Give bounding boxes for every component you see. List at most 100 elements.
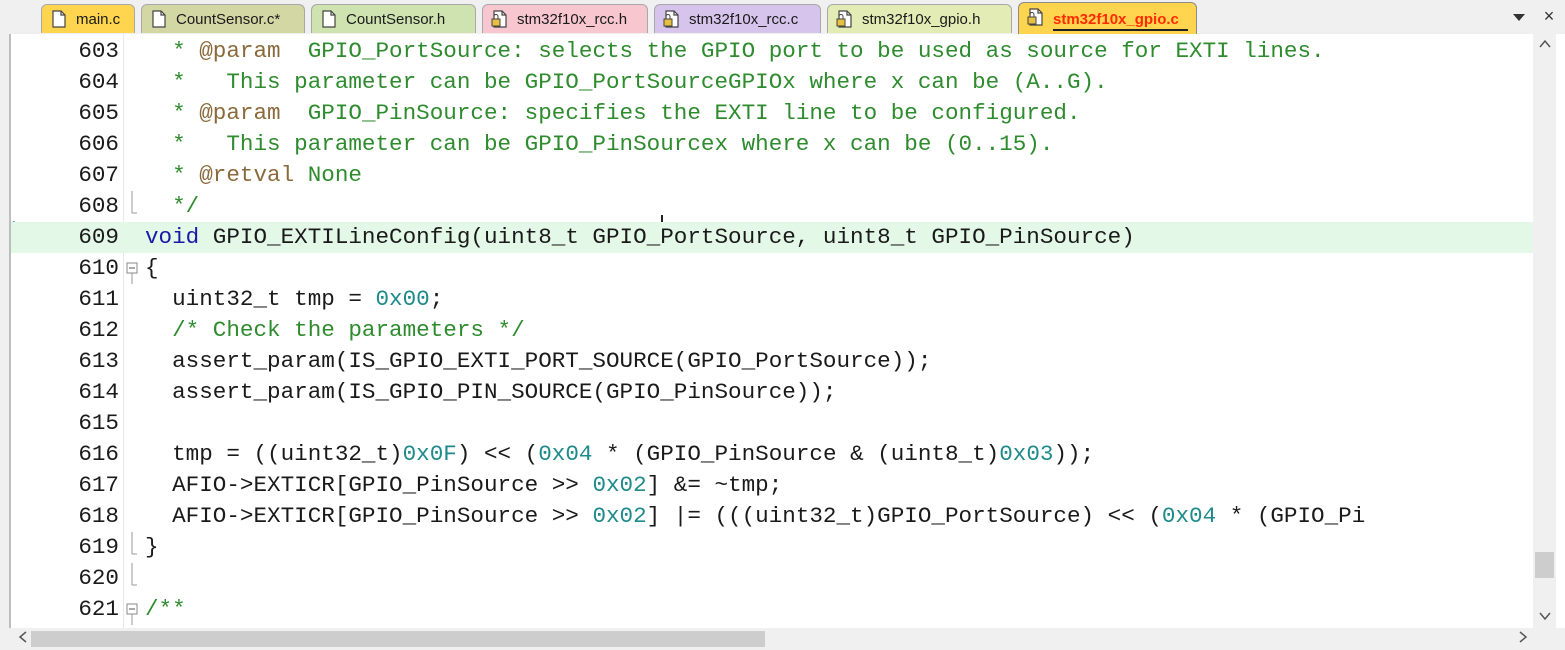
- code-line[interactable]: 613 assert_param(IS_GPIO_EXTI_PORT_SOURC…: [11, 346, 1535, 377]
- scroll-up-button[interactable]: [1533, 34, 1556, 54]
- chevron-right-icon: [1519, 631, 1528, 643]
- code-text: * @param GPIO_PinSource: specifies the E…: [145, 98, 1080, 129]
- code-token-plain: ] &= ~tmp;: [646, 472, 783, 498]
- line-number: 615: [78, 410, 119, 436]
- code-token-plain: AFIO->EXTICR[GPIO_PinSource >>: [145, 472, 593, 498]
- tab-main-c[interactable]: main.c: [41, 4, 135, 33]
- code-token-plain: ;: [429, 286, 444, 312]
- code-token-plain: * (GPIO_PinSource & (uint8_t): [592, 441, 1000, 467]
- vertical-scroll-thumb[interactable]: [1535, 552, 1554, 578]
- code-token-plain: uint32_t tmp =: [145, 286, 376, 312]
- code-text: * This parameter can be GPIO_PinSourcex …: [145, 129, 1053, 160]
- file-icon: [52, 10, 66, 28]
- tab-label: stm32f10x_rcc.c: [689, 11, 799, 28]
- code-text: AFIO->EXTICR[GPIO_PinSource >> 0x02] |= …: [145, 501, 1365, 532]
- close-tab-button[interactable]: ×: [1539, 6, 1559, 26]
- code-line[interactable]: 618 AFIO->EXTICR[GPIO_PinSource >> 0x02]…: [11, 501, 1535, 532]
- line-number: 620: [78, 565, 119, 591]
- fold-collapse-icon[interactable]: [125, 594, 139, 625]
- code-text: tmp = ((uint32_t)0x0F) << (0x04 * (GPIO_…: [145, 439, 1094, 470]
- code-token-plain: ] |= (((uint32_t)GPIO_PortSource) << (: [646, 503, 1162, 529]
- tab-stm32f10x-gpio-c[interactable]: stm32f10x_gpio.c: [1018, 2, 1197, 34]
- code-token-comment: * This parameter can be GPIO_PinSourcex …: [145, 131, 1054, 157]
- code-token-number: 0x02: [592, 503, 647, 529]
- code-token-comment: None: [294, 162, 362, 188]
- code-text: {: [145, 253, 159, 284]
- code-line[interactable]: 621 /**: [11, 594, 1535, 625]
- line-number: 617: [78, 472, 119, 498]
- code-text: uint32_t tmp = 0x00;: [145, 284, 443, 315]
- code-token-plain: ));: [1053, 441, 1095, 467]
- locked-file-icon: [836, 10, 852, 28]
- code-token-plain: }: [145, 534, 159, 560]
- code-token-number: 0x04: [538, 441, 593, 467]
- line-number: 604: [78, 69, 119, 95]
- code-line[interactable]: 607 * @retval None: [11, 160, 1535, 191]
- line-number: 612: [78, 317, 119, 343]
- code-token-comment: GPIO_PortSource: selects the GPIO port t…: [280, 38, 1325, 64]
- locked-file-icon: [663, 10, 679, 28]
- code-editor[interactable]: 603 * @param GPIO_PortSource: selects th…: [9, 34, 1565, 628]
- code-line[interactable]: 606 * This parameter can be GPIO_PinSour…: [11, 129, 1535, 160]
- code-text: void GPIO_EXTILineConfig(uint8_t GPIO_Po…: [145, 222, 1135, 253]
- code-line[interactable]: 615: [11, 408, 1535, 439]
- code-token-number: 0x03: [999, 441, 1054, 467]
- line-number: 616: [78, 441, 119, 467]
- code-token-comment: /* Check the parameters */: [145, 317, 525, 343]
- line-number: 605: [78, 100, 119, 126]
- tab-label: main.c: [76, 11, 121, 28]
- code-line[interactable]: 620: [11, 563, 1535, 594]
- code-line[interactable]: 616 tmp = ((uint32_t)0x0F) << (0x04 * (G…: [11, 439, 1535, 470]
- tab-stm32f10x-rcc-c[interactable]: stm32f10x_rcc.c: [654, 4, 821, 33]
- horizontal-scroll-thumb[interactable]: [31, 631, 765, 647]
- code-text: * This parameter can be GPIO_PortSourceG…: [145, 67, 1108, 98]
- scroll-right-button[interactable]: [1513, 628, 1533, 650]
- scroll-left-button[interactable]: [13, 628, 33, 650]
- code-text: assert_param(IS_GPIO_EXTI_PORT_SOURCE(GP…: [145, 346, 931, 377]
- tab-label: CountSensor.c*: [176, 11, 281, 28]
- code-text: assert_param(IS_GPIO_PIN_SOURCE(GPIO_Pin…: [145, 377, 836, 408]
- line-number: 608: [78, 193, 119, 219]
- fold-collapse-icon[interactable]: [125, 253, 139, 284]
- code-token-comment: *: [145, 162, 200, 188]
- code-line[interactable]: 608 */: [11, 191, 1535, 222]
- chevron-left-icon: [18, 631, 27, 643]
- code-text: /**: [145, 594, 186, 625]
- code-line[interactable]: 617 AFIO->EXTICR[GPIO_PinSource >> 0x02]…: [11, 470, 1535, 501]
- code-line[interactable]: 603 * @param GPIO_PortSource: selects th…: [11, 36, 1535, 67]
- code-line[interactable]: 611 uint32_t tmp = 0x00;: [11, 284, 1535, 315]
- chevron-down-icon[interactable]: [1510, 8, 1528, 26]
- tab-label: stm32f10x_rcc.h: [517, 11, 628, 28]
- code-token-doc-tag: @param: [199, 38, 281, 64]
- code-token-plain: GPIO_EXTILineConfig(uint8_t GPIO_PortSou…: [199, 224, 1135, 250]
- line-number: 607: [78, 162, 119, 188]
- tab-label: stm32f10x_gpio.c: [1053, 11, 1190, 31]
- code-text: AFIO->EXTICR[GPIO_PinSource >> 0x02] &= …: [145, 470, 782, 501]
- code-token-comment: *: [145, 100, 200, 126]
- tab-label: stm32f10x_gpio.h: [862, 11, 981, 28]
- line-number: 618: [78, 503, 119, 529]
- line-number: 613: [78, 348, 119, 374]
- code-line[interactable]: 614 assert_param(IS_GPIO_PIN_SOURCE(GPIO…: [11, 377, 1535, 408]
- horizontal-scrollbar[interactable]: [9, 628, 1556, 650]
- code-line[interactable]: 619}: [11, 532, 1535, 563]
- code-line[interactable]: 609 void GPIO_EXTILineConfig(uint8_t GPIO…: [11, 222, 1535, 253]
- tab-stm32f10x-gpio-h[interactable]: stm32f10x_gpio.h: [827, 4, 1012, 33]
- vertical-scrollbar[interactable]: [1533, 34, 1556, 628]
- fold-end-icon: [131, 532, 137, 555]
- line-number: 610: [78, 255, 119, 281]
- code-token-comment: *: [145, 38, 200, 64]
- code-token-comment: * This parameter can be GPIO_PortSourceG…: [145, 69, 1108, 95]
- tab-countsensor-h[interactable]: CountSensor.h: [311, 4, 476, 33]
- code-line[interactable]: 612 /* Check the parameters */: [11, 315, 1535, 346]
- code-token-keyword: void: [145, 224, 200, 250]
- code-line[interactable]: 604 * This parameter can be GPIO_PortSou…: [11, 67, 1535, 98]
- code-token-number: 0x0F: [402, 441, 457, 467]
- tab-countsensor-c[interactable]: CountSensor.c*: [141, 4, 305, 33]
- code-line[interactable]: 605 * @param GPIO_PinSource: specifies t…: [11, 98, 1535, 129]
- scroll-down-button[interactable]: [1533, 606, 1556, 626]
- code-token-plain: AFIO->EXTICR[GPIO_PinSource >>: [145, 503, 593, 529]
- code-token-comment: /**: [145, 596, 186, 622]
- tab-stm32f10x-rcc-h[interactable]: stm32f10x_rcc.h: [482, 4, 648, 33]
- code-line[interactable]: 610 {: [11, 253, 1535, 284]
